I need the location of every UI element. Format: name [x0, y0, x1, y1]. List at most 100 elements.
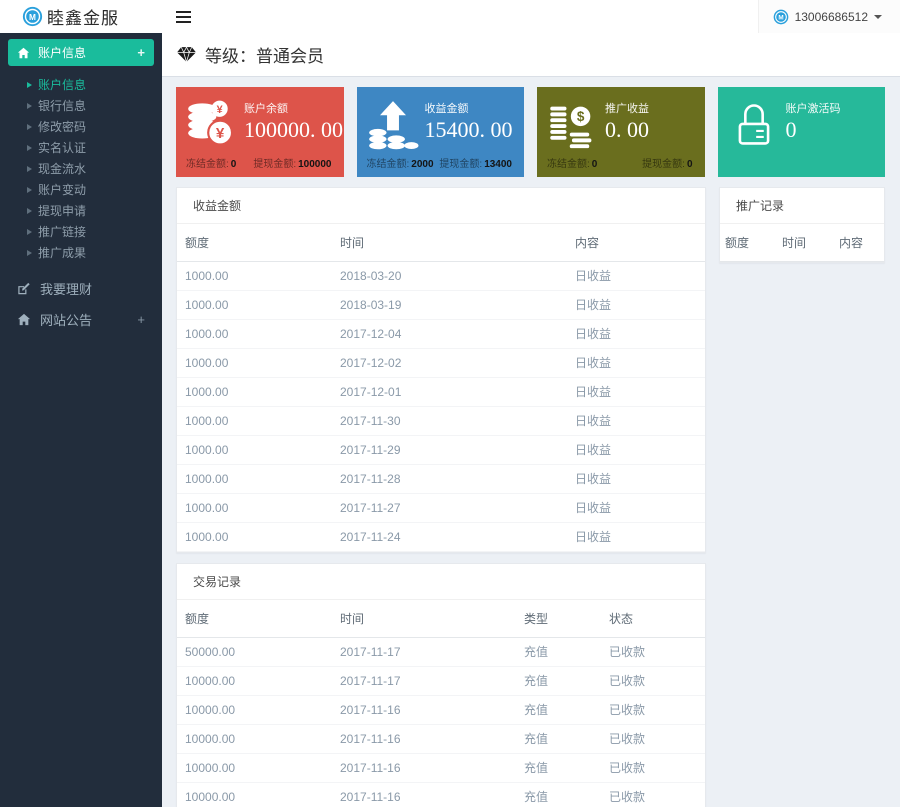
sidebar-item-account-changes[interactable]: 账户变动 — [0, 179, 162, 200]
svg-text:¥: ¥ — [216, 125, 225, 142]
sidebar-section-account-info[interactable]: 账户信息 + — [8, 39, 154, 66]
table-cell: 日收益 — [567, 290, 705, 320]
panel-title: 推广记录 — [720, 188, 884, 224]
table-cell: 2017-11-17 — [332, 666, 516, 696]
table-row: 1000.00 2017-11-24 日收益 — [177, 522, 705, 552]
column-header: 状态 — [601, 600, 705, 638]
column-header: 额度 — [177, 600, 332, 638]
sidebar-item-cash-flow[interactable]: 现金流水 — [0, 158, 162, 179]
promo-records-table: 额度 时间 内容 — [720, 224, 884, 262]
frozen-label: 冻结金额: — [366, 159, 410, 170]
card-title: 账户激活码 — [785, 103, 841, 115]
frozen-value: 0 — [230, 159, 237, 170]
sidebar-item-bank-info[interactable]: 银行信息 — [0, 95, 162, 116]
withdraw-label: 提现金额: — [253, 159, 297, 170]
withdraw-value: 0 — [686, 159, 693, 170]
table-row: 1000.00 2018-03-20 日收益 — [177, 261, 705, 291]
table-row: 1000.00 2017-12-01 日收益 — [177, 377, 705, 407]
table-row: 1000.00 2017-11-29 日收益 — [177, 435, 705, 465]
table-cell: 50000.00 — [177, 637, 332, 667]
table-cell: 充值 — [516, 637, 601, 667]
frozen-value: 0 — [591, 159, 598, 170]
table-cell: 10000.00 — [177, 695, 332, 725]
sidebar-item-promo-link[interactable]: 推广链接 — [0, 221, 162, 242]
table-row: 1000.00 2017-11-27 日收益 — [177, 493, 705, 523]
table-row: 1000.00 2017-11-28 日收益 — [177, 464, 705, 494]
svg-text:¥: ¥ — [217, 104, 223, 116]
card-value: 0. 00 — [605, 117, 649, 142]
column-header: 额度 — [177, 224, 332, 262]
sidebar-item-account-info[interactable]: 账户信息 — [0, 74, 162, 95]
sidebar-section-label: 网站公告 — [40, 313, 93, 328]
table-row: 10000.00 2017-11-17 充值 已收款 — [177, 666, 705, 696]
column-header: 内容 — [567, 224, 705, 262]
coins-up-arrow-icon — [367, 99, 419, 151]
table-cell: 1000.00 — [177, 493, 332, 523]
table-cell: 1000.00 — [177, 435, 332, 465]
sidebar-section-invest[interactable]: 我要理财 — [0, 275, 162, 302]
table-cell: 充值 — [516, 753, 601, 783]
topbar: M 睦鑫金服 M 13006686512 — [0, 0, 900, 33]
table-cell: 2017-11-24 — [332, 522, 567, 552]
column-header: 时间 — [332, 224, 567, 262]
table-cell: 日收益 — [567, 435, 705, 465]
table-cell: 已收款 — [601, 724, 705, 754]
withdraw-label: 提现金额: — [439, 159, 483, 170]
table-cell: 日收益 — [567, 377, 705, 407]
table-row: 50000.00 2017-11-17 充值 已收款 — [177, 637, 705, 667]
card-title: 推广收益 — [605, 103, 649, 115]
frozen-label: 冻结金额: — [547, 159, 590, 170]
table-cell: 日收益 — [567, 493, 705, 523]
card-title: 账户余额 — [244, 103, 288, 115]
sidebar-section-announcements[interactable]: 网站公告 + — [0, 306, 162, 333]
diamond-icon — [177, 46, 196, 62]
svg-text:M: M — [29, 12, 36, 22]
table-cell: 2017-11-30 — [332, 406, 567, 436]
table-cell: 2017-11-16 — [332, 782, 516, 807]
table-cell: 日收益 — [567, 464, 705, 494]
sidebar-toggle-button[interactable] — [168, 0, 198, 33]
column-header: 时间 — [332, 600, 516, 638]
plus-icon: + — [137, 312, 145, 327]
sidebar-item-real-name-auth[interactable]: 实名认证 — [0, 137, 162, 158]
chevron-down-icon — [874, 14, 882, 19]
sidebar-item-promo-results[interactable]: 推广成果 — [0, 242, 162, 263]
home-icon — [17, 313, 31, 326]
logo-link[interactable]: M 睦鑫金服 — [0, 0, 162, 33]
user-menu[interactable]: M 13006686512 — [757, 0, 900, 33]
app-title: 睦鑫金服 — [47, 9, 119, 28]
edit-icon — [18, 282, 30, 295]
table-cell: 10000.00 — [177, 666, 332, 696]
home-icon — [17, 47, 30, 58]
brand-logo-icon: M — [22, 6, 43, 27]
coins-dollar-icon: $ — [547, 99, 599, 151]
sidebar-item-withdraw-request[interactable]: 提现申请 — [0, 200, 162, 221]
table-cell: 充值 — [516, 666, 601, 696]
column-header: 时间 — [777, 224, 834, 262]
withdraw-value: 13400 — [484, 159, 512, 170]
income-card: 收益金额 15400. 00 冻结金额: 2000 提现金额: 13400 — [356, 87, 524, 177]
sidebar-section-label: 我要理财 — [40, 282, 93, 297]
sidebar-item-change-password[interactable]: 修改密码 — [0, 116, 162, 137]
table-cell: 1000.00 — [177, 464, 332, 494]
activation-code-card: 账户激活码 0 — [717, 87, 885, 177]
card-value: 0 — [785, 117, 797, 142]
table-cell: 2017-11-28 — [332, 464, 567, 494]
table-cell: 2017-12-02 — [332, 348, 567, 378]
card-value: 15400. 00 — [424, 117, 513, 142]
promo-income-card: $ 推广收益 0. 00 冻结金额: 0 提现金额: 0 — [537, 87, 705, 177]
table-cell: 已收款 — [601, 666, 705, 696]
table-cell: 10000.00 — [177, 724, 332, 754]
column-header: 类型 — [516, 600, 601, 638]
sidebar-submenu: 账户信息 银行信息 修改密码 实名认证 现金流水 账户变动 提现申请 推广链接 … — [0, 70, 162, 271]
column-header: 额度 — [720, 224, 777, 262]
table-cell: 10000.00 — [177, 753, 332, 783]
frozen-label: 冻结金额: — [186, 159, 229, 170]
table-cell: 1000.00 — [177, 261, 332, 291]
sidebar: 账户信息 + 账户信息 银行信息 修改密码 实名认证 现金流水 账户变动 提现申… — [0, 33, 162, 807]
table-cell: 已收款 — [601, 782, 705, 807]
table-row: 1000.00 2017-11-30 日收益 — [177, 406, 705, 436]
promo-records-panel: 推广记录 额度 时间 内容 — [719, 187, 885, 263]
main-content: 等级：普通会员 ¥ ¥ 账户余额 100000. 00 冻结金额: 0 提现金额… — [162, 33, 900, 807]
table-cell: 已收款 — [601, 753, 705, 783]
